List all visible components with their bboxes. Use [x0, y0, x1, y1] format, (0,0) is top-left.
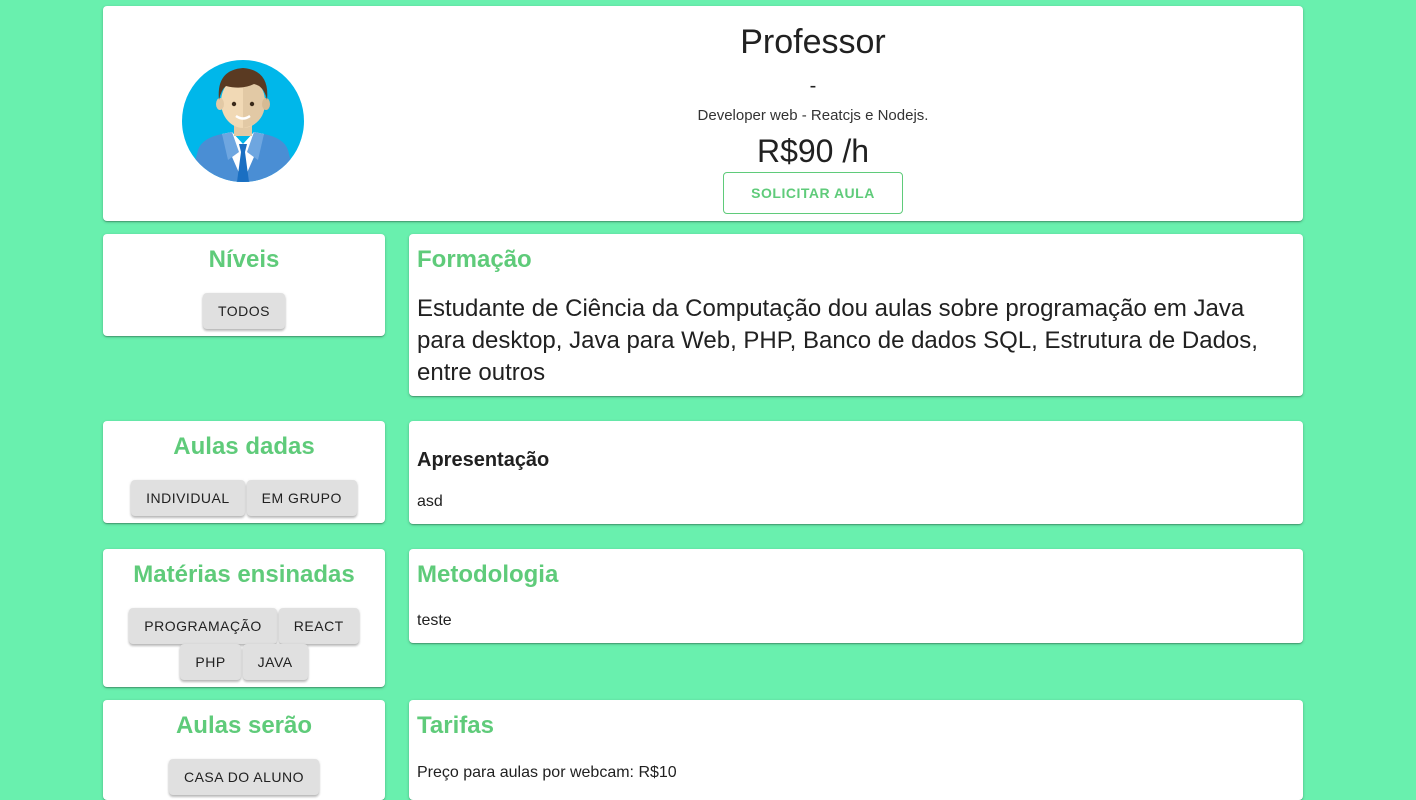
subjects-chips-row-1: PROGRAMAÇÃO REACT [103, 608, 385, 644]
education-title: Formação [417, 246, 532, 273]
classes-given-card: Aulas dadas INDIVIDUAL EM GRUPO [103, 421, 385, 523]
chip-php[interactable]: PHP [180, 644, 241, 680]
subjects-chips-row-2: PHP JAVA [103, 644, 385, 680]
teacher-name: Professor [740, 23, 886, 61]
levels-card: Níveis TODOS [103, 234, 385, 336]
chip-casa-do-aluno[interactable]: CASA DO ALUNO [168, 759, 320, 795]
methodology-title: Metodologia [417, 561, 559, 588]
methodology-card: Metodologia teste [409, 549, 1303, 643]
fees-card: Tarifas Preço para aulas por webcam: R$1… [409, 700, 1303, 800]
subjects-title: Matérias ensinadas [133, 561, 355, 588]
hourly-rate: R$90 /h [756, 133, 870, 169]
presentation-text: asd [417, 493, 443, 510]
chip-individual[interactable]: INDIVIDUAL [131, 480, 245, 516]
location-card: Aulas serão CASA DO ALUNO [103, 700, 385, 800]
webcam-price: Preço para aulas por webcam: R$10 [417, 764, 677, 781]
presentation-title: Apresentação [417, 449, 550, 471]
level-chip-todos[interactable]: TODOS [202, 293, 286, 329]
classes-given-title: Aulas dadas [173, 433, 315, 460]
chip-react[interactable]: REACT [278, 608, 359, 644]
request-class-button[interactable]: SOLICITAR AULA [723, 172, 903, 214]
location-chips: CASA DO ALUNO [103, 759, 385, 795]
education-card: Formação Estudante de Ciência da Computa… [409, 234, 1303, 396]
teacher-avatar-icon [182, 60, 304, 182]
levels-chips: TODOS [103, 293, 385, 329]
top-strip [0, 0, 1416, 4]
chip-em-grupo[interactable]: EM GRUPO [246, 480, 357, 516]
name-separator: - [809, 75, 817, 97]
classes-given-chips: INDIVIDUAL EM GRUPO [103, 480, 385, 516]
education-text: Estudante de Ciência da Computação dou a… [417, 295, 1258, 386]
profile-info: Professor - Developer web - Reatcjs e No… [513, 6, 1113, 221]
location-title: Aulas serão [175, 712, 313, 739]
levels-title: Níveis [208, 246, 280, 273]
methodology-text: teste [417, 612, 452, 629]
fees-title: Tarifas [417, 712, 494, 739]
chip-programacao[interactable]: PROGRAMAÇÃO [129, 608, 277, 644]
teacher-bio: Developer web - Reatcjs e Nodejs. [697, 107, 929, 124]
subjects-card: Matérias ensinadas PROGRAMAÇÃO REACT PHP… [103, 549, 385, 687]
chip-java[interactable]: JAVA [242, 644, 308, 680]
presentation-card: Apresentação asd [409, 421, 1303, 524]
profile-card: Professor Professor - Developer web - Re… [103, 6, 1303, 221]
